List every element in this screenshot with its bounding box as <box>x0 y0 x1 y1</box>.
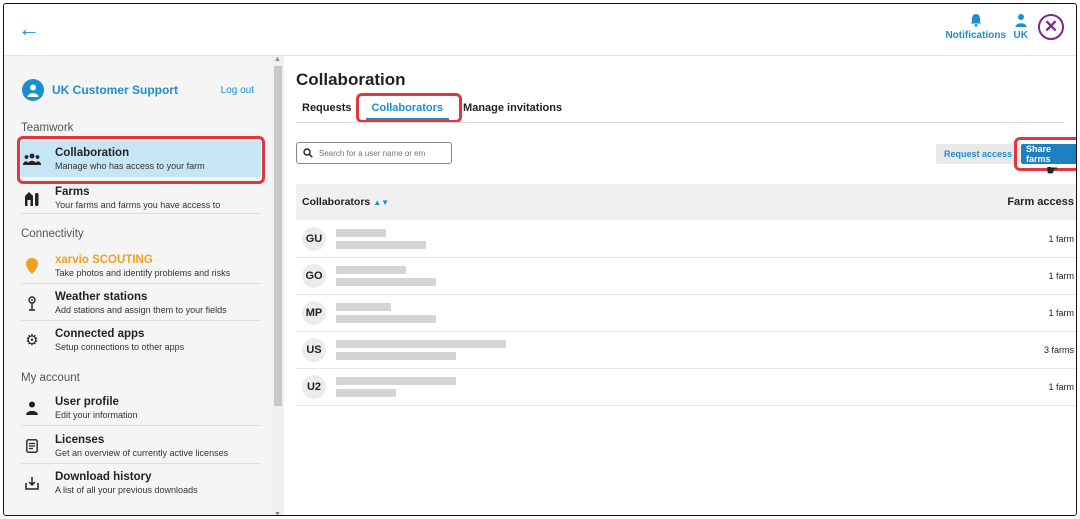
table-row[interactable]: US 3 farms <box>296 332 1076 369</box>
page-title: Collaboration <box>296 70 406 89</box>
back-arrow-icon[interactable]: ← <box>18 18 40 40</box>
user-name: UK Customer Support <box>52 83 178 97</box>
user-initials: US <box>302 338 326 362</box>
sidebar-item-scouting[interactable]: xarvio SCOUTING Take photos and identify… <box>21 248 261 284</box>
sidebar-item-sub: Get an overview of currently active lice… <box>55 447 229 458</box>
sidebar-item-user-profile[interactable]: User profile Edit your information <box>21 390 261 426</box>
tab-requests[interactable]: Requests <box>296 98 358 121</box>
sidebar-item-sub: Edit your information <box>55 409 138 420</box>
redacted-name <box>336 301 436 325</box>
notifications-button[interactable]: Notifications <box>945 13 1006 41</box>
redacted-name <box>336 375 456 399</box>
sidebar-item-title: Weather stations <box>55 290 148 303</box>
logout-link[interactable]: Log out <box>221 85 254 96</box>
user-label: UK <box>1013 30 1028 41</box>
sidebar-item-sub: Setup connections to other apps <box>55 342 185 352</box>
farm-access-count: 1 farm <box>1048 234 1074 244</box>
redacted-name <box>336 264 436 288</box>
table-row[interactable]: MP 1 farm <box>296 295 1076 332</box>
redacted-name <box>336 227 426 251</box>
scrollbar-thumb[interactable] <box>274 66 282 406</box>
farm-access-count: 1 farm <box>1048 308 1074 318</box>
table-row[interactable]: U2 1 farm <box>296 369 1076 406</box>
tab-divider <box>296 122 1064 123</box>
sidebar-item-sub: Your farms and farms you have access to <box>55 199 221 210</box>
user-header: UK Customer Support Log out <box>22 79 254 101</box>
avatar <box>22 79 44 101</box>
sidebar-item-title: User profile <box>55 395 119 408</box>
highlight-collaborators-tab <box>356 93 462 123</box>
notifications-label: Notifications <box>945 30 1006 41</box>
sidebar-item-download-history[interactable]: Download history A list of all your prev… <box>21 465 261 501</box>
sidebar-item-title: Download history <box>55 471 152 483</box>
farm-icon <box>21 190 43 206</box>
section-connectivity: Connectivity <box>21 228 84 240</box>
user-initials: MP <box>302 301 326 325</box>
scouting-icon <box>21 257 43 274</box>
app-window: ← Notifications UK ✕ UK Customer Support… <box>3 3 1077 516</box>
sidebar-item-weather-stations[interactable]: Weather stations Add stations and assign… <box>21 285 261 321</box>
scroll-down-icon[interactable]: ▼ <box>274 511 281 515</box>
scroll-up-icon[interactable]: ▲ <box>274 56 281 63</box>
column-collaborators[interactable]: Collaborators ▲▼ <box>302 196 389 208</box>
section-my-account: My account <box>21 372 80 384</box>
sidebar: UK Customer Support Log out Teamwork Col… <box>4 56 272 515</box>
search-input[interactable] <box>319 148 439 158</box>
download-icon <box>21 476 43 490</box>
license-icon <box>21 438 43 453</box>
sidebar-item-title: Farms <box>55 185 90 198</box>
search-icon <box>303 148 313 158</box>
sidebar-item-sub: A list of all your previous downloads <box>55 485 198 495</box>
table-row[interactable]: GO 1 farm <box>296 258 1076 295</box>
table-row[interactable]: GU 1 farm <box>296 221 1076 258</box>
top-bar: ← Notifications UK ✕ <box>4 4 1076 56</box>
redacted-name <box>336 338 506 362</box>
sidebar-item-connected-apps[interactable]: ⚙ Connected apps Setup connections to ot… <box>21 322 261 358</box>
column-collaborators-label: Collaborators <box>302 196 371 208</box>
main-content: Collaboration Requests Collaborators Man… <box>284 56 1076 515</box>
sidebar-item-licenses[interactable]: Licenses Get an overview of currently ac… <box>21 428 261 464</box>
user-initials: GO <box>302 264 326 288</box>
sidebar-item-farms[interactable]: Farms Your farms and farms you have acce… <box>21 182 261 214</box>
user-initials: U2 <box>302 375 326 399</box>
user-icon <box>1015 14 1027 27</box>
sidebar-item-title: xarvio SCOUTING <box>55 253 153 266</box>
sidebar-item-title: Connected apps <box>55 328 145 340</box>
search-field[interactable] <box>296 142 452 164</box>
section-teamwork: Teamwork <box>21 122 74 134</box>
gear-icon: ⚙ <box>25 332 39 349</box>
sidebar-scrollbar[interactable]: ▲ ▼ <box>272 56 284 515</box>
weather-station-icon <box>21 295 43 311</box>
farm-access-count: 1 farm <box>1048 271 1074 281</box>
sidebar-item-sub: Take photos and identify problems and ri… <box>55 267 231 278</box>
user-initials: GU <box>302 227 326 251</box>
sidebar-item-sub: Add stations and assign them to your fie… <box>55 304 227 315</box>
column-farm-access: Farm access <box>1007 196 1074 208</box>
highlight-collaboration <box>17 136 265 184</box>
user-icon <box>21 401 43 415</box>
table-header: Collaborators ▲▼ Farm access <box>296 184 1076 220</box>
farm-access-count: 3 farms <box>1043 345 1074 355</box>
user-menu-button[interactable]: UK <box>1014 13 1028 41</box>
close-icon[interactable]: ✕ <box>1038 14 1064 40</box>
farm-access-count: 1 farm <box>1048 382 1074 392</box>
tab-manage-invitations[interactable]: Manage invitations <box>457 98 568 121</box>
hand-cursor-icon: ☛ <box>1046 162 1059 178</box>
sort-icon[interactable]: ▲▼ <box>373 198 389 207</box>
request-access-button[interactable]: Request access <box>936 144 1021 164</box>
sidebar-item-title: Licenses <box>55 433 105 446</box>
bell-icon <box>970 14 982 27</box>
